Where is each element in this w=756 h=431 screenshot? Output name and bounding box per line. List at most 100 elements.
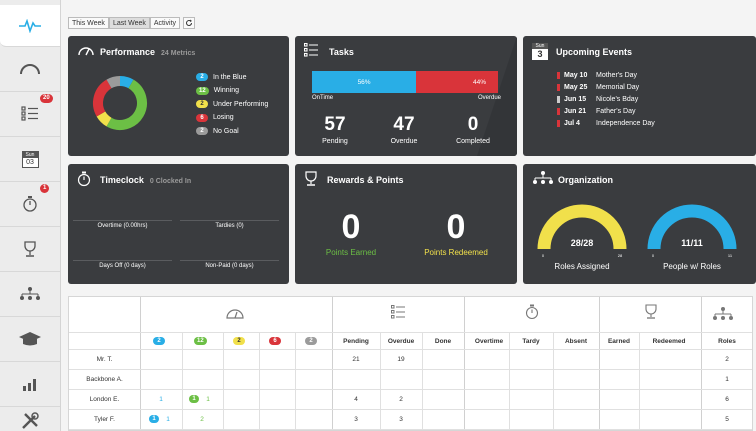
event-item[interactable]: Jun 15 Nicole's Bday <box>557 96 638 103</box>
people-with-roles-label: People w/ Roles <box>663 262 721 271</box>
nav-training[interactable] <box>0 317 60 362</box>
column-header-roles[interactable]: Roles <box>702 338 752 345</box>
column-header-done[interactable]: Done <box>418 338 468 345</box>
performance-card[interactable]: Performance 24 Metrics 2 In the Blue 12 Winn… <box>68 36 289 156</box>
row-name[interactable]: London E. <box>69 396 140 403</box>
roles-assigned-label: Roles Assigned <box>554 262 610 271</box>
bar-chart-icon <box>23 379 36 391</box>
rewards-card[interactable]: Rewards & Points 0 Points Earned 0 Point… <box>295 164 517 284</box>
stopwatch-icon <box>23 196 37 212</box>
row-winning-extra: 1 <box>206 396 210 403</box>
event-color-bar <box>557 96 560 103</box>
column-divider <box>509 332 510 430</box>
upcoming-events-card[interactable]: Sun 3 Upcoming Events May 10 Mother's Day… <box>523 36 756 156</box>
timeclock-card[interactable]: Timeclock 0 Clocked In Overtime (0.00hrs)… <box>68 164 289 284</box>
event-item[interactable]: May 25 Memorial Day <box>557 84 639 91</box>
days-off-stat: Days Off (0 days) <box>99 263 146 269</box>
org-chart-icon <box>533 171 553 184</box>
nav-tasks[interactable]: 20 <box>0 92 60 137</box>
checklist-icon <box>21 106 38 121</box>
points-earned-value: 0 <box>341 208 361 246</box>
legend-item[interactable]: 2 Under Performing <box>196 100 268 108</box>
nav-performance[interactable] <box>0 47 60 92</box>
event-item[interactable]: May 10 Mother's Day <box>557 72 637 79</box>
legend-item[interactable]: 2 No Goal <box>196 127 239 135</box>
non-paid-stat: Non-Paid (0 days) <box>205 263 254 269</box>
nav-activity[interactable] <box>0 5 60 47</box>
row-name[interactable]: Mr. T. <box>69 356 140 363</box>
column-header-tardy[interactable]: Tardy <box>506 338 556 345</box>
trophy-icon <box>305 171 317 186</box>
overdue-count: 47 <box>393 114 415 135</box>
legend-label: Under Performing <box>213 100 269 108</box>
event-item[interactable]: Jul 4 Independence Day <box>557 120 655 127</box>
event-date: May 10 <box>564 72 588 79</box>
column-header-redeemed[interactable]: Redeemed <box>644 338 694 345</box>
refresh-button[interactable] <box>183 17 196 29</box>
event-item[interactable]: Jun 21 Father's Day <box>557 108 635 115</box>
team-summary-table: 2 12 2 6 2 Pending Overdue Done Overtime Tardy Abs… <box>68 296 753 431</box>
tools-icon <box>22 411 39 429</box>
donut-slice-in-the-blue <box>119 76 134 89</box>
nav-timeclock[interactable]: 1 <box>0 182 60 227</box>
overdue-label: Overdue <box>478 95 502 101</box>
people-gauge-max: 11 <box>727 253 733 258</box>
column-divider <box>553 332 554 430</box>
row-divider <box>69 369 752 370</box>
column-header-earned[interactable]: Earned <box>594 338 644 345</box>
column-header-pending[interactable]: Pending <box>331 338 381 345</box>
column-separator <box>599 297 600 430</box>
calendar-icon: Sun 3 <box>532 43 548 60</box>
column-divider <box>182 332 183 430</box>
donut-slice-no-goal <box>106 76 121 89</box>
perf-count-pill: 6 <box>269 337 281 345</box>
this-week-button[interactable]: This Week <box>68 17 109 29</box>
legend-label: Losing <box>213 114 234 121</box>
event-color-bar <box>557 108 560 115</box>
nav-reports[interactable] <box>0 362 60 407</box>
divider <box>180 260 279 261</box>
count-badge: 2 <box>196 100 208 108</box>
nav-settings[interactable] <box>0 407 60 431</box>
row-pending: 4 <box>354 396 358 403</box>
winning-pill: 1 <box>189 395 199 403</box>
nav-organization[interactable] <box>0 272 60 317</box>
performance-subtitle: 24 Metrics <box>161 50 196 57</box>
events-title: Upcoming Events <box>556 47 633 57</box>
perf-count-pill: 2 <box>153 337 165 345</box>
sidebar-nav: 20 Sun 03 1 <box>0 0 61 431</box>
org-chart-icon <box>20 287 40 300</box>
legend-item[interactable]: 12 Winning <box>196 86 239 95</box>
organization-card[interactable]: Organization 28/28 0 28 Roles Assigned 1… <box>523 164 756 284</box>
row-name[interactable]: Tyler F. <box>69 416 140 423</box>
nav-calendar[interactable]: Sun 03 <box>0 137 60 182</box>
row-pending: 21 <box>352 356 360 363</box>
graduation-cap-icon <box>19 332 41 346</box>
points-redeemed-label: Points Redeemed <box>424 248 488 257</box>
divider <box>73 220 172 221</box>
event-color-bar <box>557 120 560 127</box>
roles-assigned-value: 28/28 <box>570 238 594 248</box>
ontime-label: OnTime <box>312 95 334 101</box>
count-badge: 12 <box>196 86 209 95</box>
legend-item[interactable]: 6 Losing <box>196 113 234 122</box>
legend-label: No Goal <box>213 127 239 135</box>
row-divider <box>69 409 752 410</box>
activity-button[interactable]: Activity <box>149 17 181 29</box>
trophy-icon <box>645 304 657 319</box>
column-divider <box>259 332 260 430</box>
divider <box>73 260 172 261</box>
roles-gauge-max: 28 <box>617 253 623 258</box>
timeclock-title: Timeclock 0 Clocked In <box>100 175 191 185</box>
legend-item[interactable]: 2 In the Blue <box>196 73 246 81</box>
nav-rewards[interactable] <box>0 227 60 272</box>
row-name[interactable]: Backbone A. <box>69 376 140 383</box>
event-date: Jul 4 <box>564 120 580 127</box>
last-week-button[interactable]: Last Week <box>108 17 150 29</box>
event-name: Memorial Day <box>596 84 640 91</box>
row-overdue: 2 <box>399 396 403 403</box>
tasks-card[interactable]: Tasks 56% 44% OnTime Overdue 57 Pending … <box>295 36 517 156</box>
column-divider <box>295 332 296 430</box>
legend-label: Winning <box>213 87 239 94</box>
row-roles: 2 <box>725 356 729 363</box>
